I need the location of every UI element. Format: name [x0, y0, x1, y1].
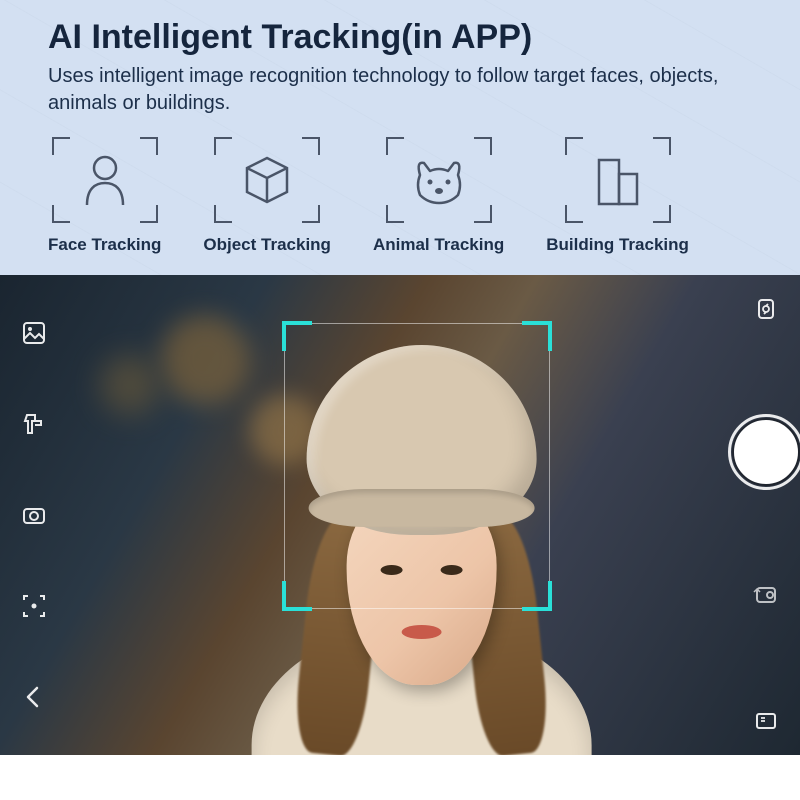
feature-label: Face Tracking: [48, 235, 161, 255]
left-control-bar: [6, 275, 62, 755]
gallery-icon[interactable]: [18, 317, 50, 349]
rotate-icon[interactable]: [750, 293, 782, 325]
dog-icon: [384, 135, 494, 225]
switch-camera-icon[interactable]: [750, 578, 782, 610]
page-title: AI Intelligent Tracking(in APP): [48, 18, 752, 57]
feature-face-tracking: Face Tracking: [48, 135, 161, 255]
feature-object-tracking: Object Tracking: [203, 135, 331, 255]
building-icon: [563, 135, 673, 225]
camera-viewfinder: [0, 275, 800, 755]
settings-camera-icon[interactable]: [18, 499, 50, 531]
tracking-reticle: [284, 323, 550, 609]
feature-row: Face Tracking Object Tracking: [48, 135, 752, 255]
person-icon: [50, 135, 160, 225]
page-subtitle: Uses intelligent image recognition techn…: [48, 63, 748, 117]
info-panel: AI Intelligent Tracking(in APP) Uses int…: [0, 0, 800, 275]
feature-label: Animal Tracking: [373, 235, 504, 255]
back-icon[interactable]: [18, 681, 50, 713]
shutter-button[interactable]: [734, 420, 798, 484]
feature-label: Building Tracking: [546, 235, 689, 255]
right-control-bar: [738, 275, 794, 755]
focus-mode-icon[interactable]: [18, 590, 50, 622]
feature-animal-tracking: Animal Tracking: [373, 135, 504, 255]
fullscreen-icon[interactable]: [750, 705, 782, 737]
cube-icon: [212, 135, 322, 225]
gimbal-mode-icon[interactable]: [18, 408, 50, 440]
feature-label: Object Tracking: [203, 235, 331, 255]
feature-building-tracking: Building Tracking: [546, 135, 689, 255]
